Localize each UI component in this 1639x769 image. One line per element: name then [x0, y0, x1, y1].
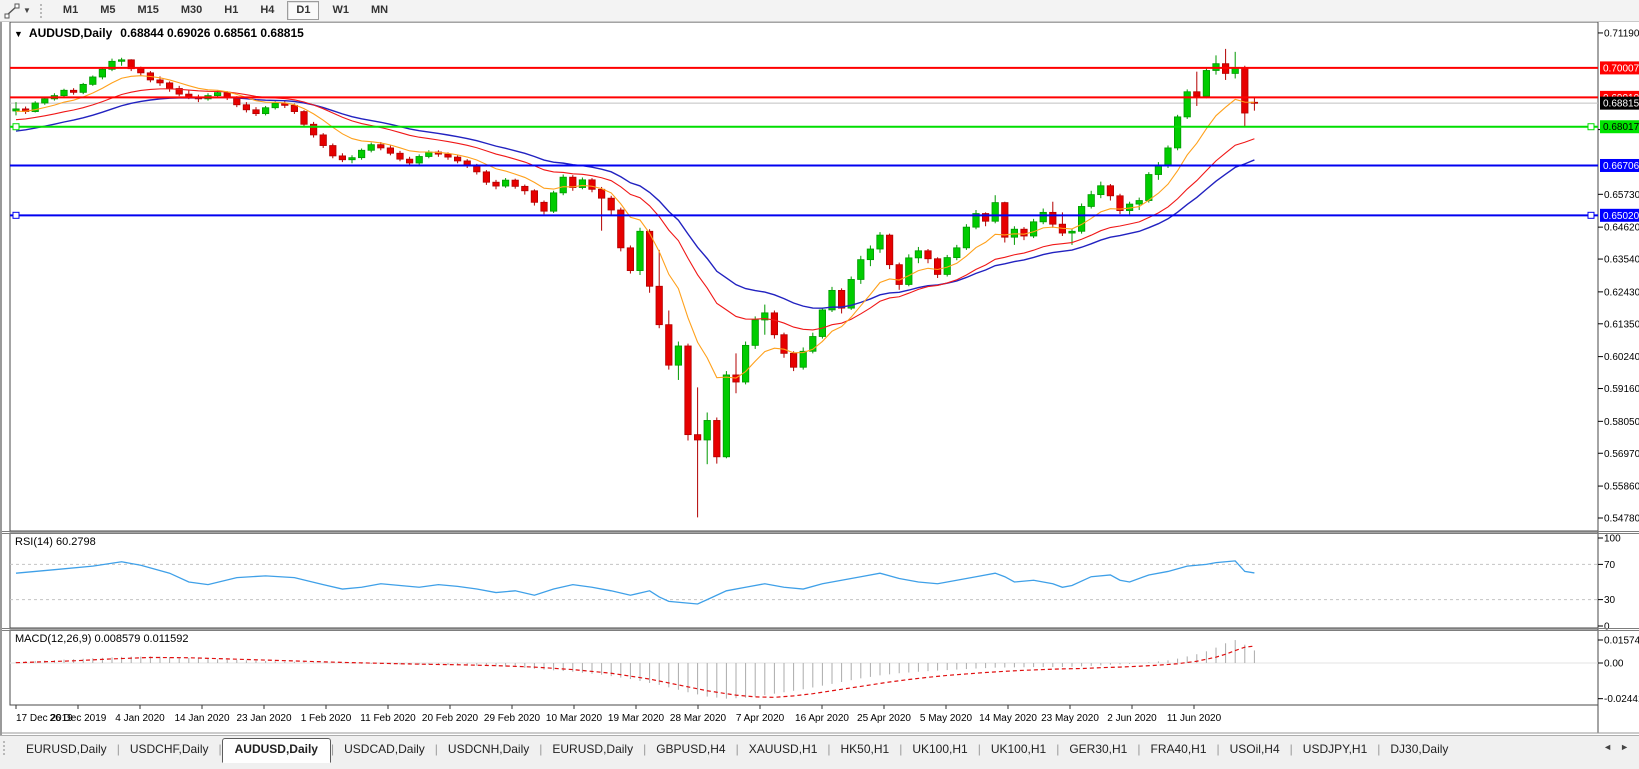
chart-tab-usdjpy-h1[interactable]: USDJPY,H1	[1293, 738, 1377, 761]
timeframe-button-m30[interactable]: M30	[172, 1, 211, 20]
date-axis-label: 5 May 2020	[920, 713, 973, 724]
macd-name: MACD(12,26,9)	[15, 633, 91, 645]
macd-axis-label: 0.015741	[1604, 636, 1639, 647]
mt4-application-window: ▼ M1M5M15M30H1H4D1W1MN 0.711900.679200.6…	[0, 0, 1639, 769]
rsi-indicator-label: RSI(14) 60.2798	[15, 536, 96, 548]
chart-menu-caret-icon[interactable]: ▼	[14, 29, 23, 39]
price-axis-tick-label: 0.62430	[1604, 287, 1639, 298]
price-axis-tick-label: 0.55860	[1604, 482, 1639, 493]
rsi-name: RSI(14)	[15, 536, 53, 548]
price-axis-tick-label: 0.58050	[1604, 417, 1639, 428]
macd-indicator-label: MACD(12,26,9) 0.008579 0.011592	[15, 633, 189, 645]
date-axis-label: 23 Jan 2020	[236, 713, 291, 724]
date-axis-label: 2 Jun 2020	[1107, 713, 1157, 724]
date-axis-label: 14 Jan 2020	[174, 713, 229, 724]
timeframe-buttons: M1M5M15 M30H1H4D1W1MN	[52, 1, 399, 20]
rsi-axis-label: 100	[1604, 534, 1621, 545]
rsi-axis-label: 30	[1604, 595, 1616, 606]
chart-tab-uk100-h1[interactable]: UK100,H1	[902, 738, 977, 761]
date-axis-label: 16 Apr 2020	[795, 713, 849, 724]
chart-tab-hk50-h1[interactable]: HK50,H1	[831, 738, 900, 761]
price-axis-tick-label: 0.54780	[1604, 513, 1639, 524]
trendline-tool-icon	[4, 3, 20, 19]
chart-tab-usdcnh-daily[interactable]: USDCNH,Daily	[438, 738, 539, 761]
chart-tab-dj30-daily[interactable]: DJ30,Daily	[1380, 738, 1458, 761]
macd-signal-value: 0.011592	[143, 633, 188, 645]
timeframe-button-m15[interactable]: M15	[128, 1, 167, 20]
date-axis-label: 11 Jun 2020	[1167, 713, 1222, 724]
chart-tab-eurusd-daily[interactable]: EURUSD,Daily	[16, 738, 117, 761]
dropdown-caret-icon[interactable]: ▼	[23, 6, 31, 15]
chart-tab-audusd-daily[interactable]: AUDUSD,Daily	[222, 738, 331, 763]
price-axis-tick-label: 0.71190	[1604, 28, 1639, 39]
date-axis-label: 11 Feb 2020	[360, 713, 416, 724]
tab-scroll-right-icon[interactable]: ►	[1620, 742, 1629, 752]
chart-tab-ger30-h1[interactable]: GER30,H1	[1059, 738, 1137, 761]
date-axis-label: 25 Apr 2020	[857, 713, 911, 724]
price-axis-tick-label: 0.63540	[1604, 255, 1639, 266]
price-line-handle[interactable]	[1588, 212, 1594, 218]
chart-tab-usdcad-daily[interactable]: USDCAD,Daily	[334, 738, 435, 761]
date-axis-label: 29 Feb 2020	[484, 713, 541, 724]
rsi-axis-label: 70	[1604, 560, 1616, 571]
chart-canvas[interactable]: 0.711900.679200.657300.646200.635400.624…	[0, 21, 1639, 735]
chart-tab-fra40-h1[interactable]: FRA40,H1	[1140, 738, 1216, 761]
date-axis-label: 10 Mar 2020	[546, 713, 603, 724]
price-line-handle[interactable]	[13, 124, 19, 130]
chart-tabs: EURUSD,Daily|USDCHF,Daily|AUDUSD,Daily|U…	[16, 736, 1597, 763]
chart-tabs-bar: EURUSD,Daily|USDCHF,Daily|AUDUSD,Daily|U…	[0, 735, 1639, 769]
chart-symbol-period: AUDUSD,Daily	[29, 26, 112, 40]
chart-tab-xauusd-h1[interactable]: XAUUSD,H1	[739, 738, 828, 761]
chart-tab-uk100-h1[interactable]: UK100,H1	[981, 738, 1056, 761]
price-line-label: 0.66706	[1603, 161, 1639, 172]
date-axis-label: 1 Feb 2020	[301, 713, 352, 724]
macd-axis-label: -0.024412	[1604, 694, 1639, 705]
chart-plot[interactable]: 0.711900.679200.657300.646200.635400.624…	[2, 21, 1639, 735]
macd-main-value: 0.008579	[94, 633, 140, 645]
tab-scroll-left-icon[interactable]: ◄	[1603, 742, 1612, 752]
price-axis-tick-label: 0.56970	[1604, 449, 1639, 460]
price-line-label: 0.68815	[1603, 99, 1639, 110]
toolbar-grip[interactable]	[40, 4, 47, 18]
timeframe-button-m1[interactable]: M1	[54, 1, 87, 20]
timeframe-button-d1[interactable]: D1	[287, 1, 319, 20]
date-axis-label: 23 May 2020	[1041, 713, 1099, 724]
timeframe-button-h4[interactable]: H4	[251, 1, 283, 20]
chart-tab-usdchf-daily[interactable]: USDCHF,Daily	[120, 738, 219, 761]
price-axis-tick-label: 0.60240	[1604, 352, 1639, 363]
price-line-label: 0.68017	[1603, 122, 1639, 133]
chart-tab-eurusd-daily[interactable]: EURUSD,Daily	[542, 738, 643, 761]
price-axis-tick-label: 0.65730	[1604, 190, 1639, 201]
chart-title: ▼ AUDUSD,Daily 0.68844 0.69026 0.68561 0.6…	[14, 26, 304, 40]
price-line-handle[interactable]	[13, 212, 19, 218]
timeframe-button-m5[interactable]: M5	[91, 1, 124, 20]
rsi-current-value: 60.2798	[56, 536, 96, 548]
price-axis-tick-label: 0.64620	[1604, 223, 1639, 234]
tabbar-grip[interactable]	[3, 741, 10, 755]
price-line-label: 0.70007	[1603, 63, 1639, 74]
price-line-handle[interactable]	[1588, 124, 1594, 130]
date-axis-label: 28 Mar 2020	[670, 713, 727, 724]
chart-ohlc-values: 0.68844 0.69026 0.68561 0.68815	[120, 26, 304, 40]
date-axis-label: 20 Feb 2020	[422, 713, 479, 724]
timeframe-button-w1[interactable]: W1	[323, 1, 358, 20]
price-axis-tick-label: 0.61350	[1604, 319, 1639, 330]
price-axis-tick-label: 0.59160	[1604, 384, 1639, 395]
price-line-label: 0.65020	[1603, 211, 1639, 222]
chart-tab-usoil-h4[interactable]: USOil,H4	[1220, 738, 1290, 761]
chart-tool-button[interactable]: ▼	[0, 0, 35, 21]
timeframe-button-mn[interactable]: MN	[362, 1, 397, 20]
date-axis-label: 7 Apr 2020	[736, 713, 785, 724]
timeframe-button-h1[interactable]: H1	[215, 1, 247, 20]
date-axis-label: 4 Jan 2020	[115, 713, 165, 724]
macd-axis-label: 0.00	[1604, 659, 1624, 670]
date-axis-label: 26 Dec 2019	[50, 713, 107, 724]
timeframes-toolbar: ▼ M1M5M15 M30H1H4D1W1MN	[0, 0, 1639, 22]
chart-tab-gbpusd-h4[interactable]: GBPUSD,H4	[646, 738, 735, 761]
date-axis-label: 19 Mar 2020	[608, 713, 665, 724]
tab-scroll-controls: ◄ ►	[1597, 736, 1639, 752]
date-axis-label: 14 May 2020	[979, 713, 1037, 724]
